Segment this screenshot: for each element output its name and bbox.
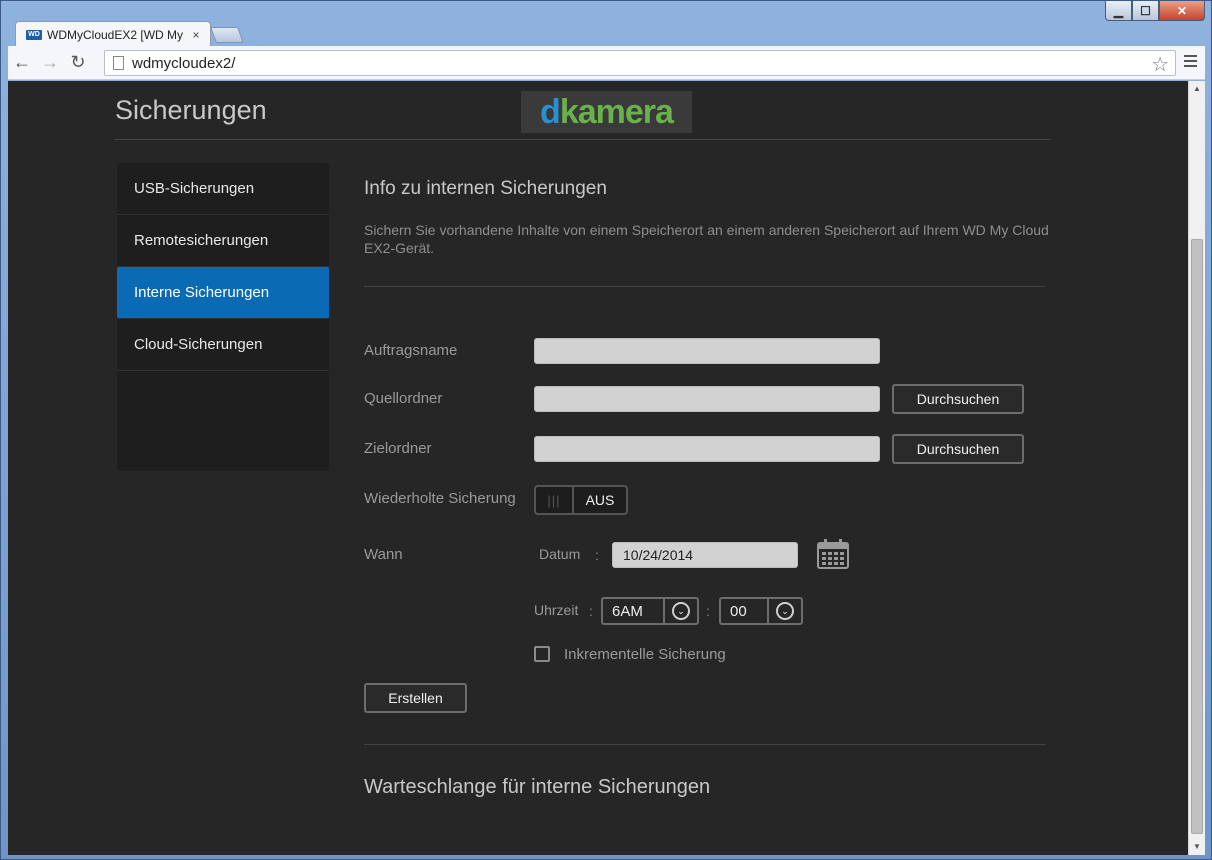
new-tab-button[interactable] <box>210 27 244 43</box>
url-text: wdmycloudex2/ <box>132 54 236 72</box>
window-controls: ▁ ☐ ✕ <box>1105 1 1205 21</box>
scroll-thumb[interactable] <box>1191 239 1203 834</box>
reload-button[interactable]: ↻ <box>64 52 92 73</box>
date-colon: : <box>595 547 599 563</box>
forward-button[interactable]: → <box>36 52 64 73</box>
browser-window: ▁ ☐ ✕ WD WDMyCloudEX2 [WD My × ← → ↻ wdm… <box>0 0 1212 860</box>
repeat-backup-toggle[interactable]: ||| AUS <box>534 485 628 515</box>
browse-target-button[interactable]: Durchsuchen <box>892 434 1024 464</box>
section-title: Info zu internen Sicherungen <box>364 178 607 199</box>
minimize-button[interactable]: ▁ <box>1105 1 1132 21</box>
section-description: Sichern Sie vorhandene Inhalte von einem… <box>364 222 1049 256</box>
sidebar-item-internal[interactable]: Interne Sicherungen <box>117 267 329 319</box>
title-bar: ▁ ☐ ✕ WD WDMyCloudEX2 [WD My × <box>1 1 1211 47</box>
time-colon: : <box>589 603 593 619</box>
page-viewport: Sicherungen d kamera USB-Sicherungen Remo… <box>8 81 1205 855</box>
toggle-knob: ||| <box>536 487 574 513</box>
sidebar: USB-Sicherungen Remotesicherungen Intern… <box>117 163 329 471</box>
hour-select[interactable]: 6AM ⌄ <box>601 597 699 625</box>
chevron-down-icon: ⌄ <box>776 602 794 620</box>
address-bar[interactable]: wdmycloudex2/ ☆ <box>104 50 1176 76</box>
tab-title: WDMyCloudEX2 [WD My <box>47 27 184 42</box>
job-name-input[interactable] <box>534 338 880 364</box>
browse-source-button[interactable]: Durchsuchen <box>892 384 1024 414</box>
minute-colon: : <box>706 603 710 619</box>
scroll-up-icon[interactable]: ▲ <box>1189 81 1205 97</box>
section-divider <box>364 286 1045 287</box>
hour-value: 6AM <box>612 602 643 620</box>
calendar-icon[interactable] <box>817 539 849 569</box>
page-title: Sicherungen <box>115 95 267 125</box>
date-label: Datum <box>539 546 581 562</box>
when-label: Wann <box>364 546 403 563</box>
minute-select[interactable]: 00 ⌄ <box>719 597 803 625</box>
chevron-down-icon: ⌄ <box>672 602 690 620</box>
page-scrollbar[interactable]: ▲ ▼ <box>1188 81 1205 855</box>
sidebar-item-cloud[interactable]: Cloud-Sicherungen <box>117 319 329 371</box>
date-input[interactable]: 10/24/2014 <box>612 542 798 568</box>
logo-kamera: kamera <box>559 92 674 131</box>
queue-title: Warteschlange für interne Sicherungen <box>364 776 711 798</box>
scroll-down-icon[interactable]: ▼ <box>1189 839 1205 855</box>
incremental-checkbox[interactable] <box>534 646 550 662</box>
logo-d: d <box>540 92 561 131</box>
sidebar-item-usb[interactable]: USB-Sicherungen <box>117 163 329 215</box>
repeat-backup-label: Wiederholte Sicherung <box>364 490 516 507</box>
create-button[interactable]: Erstellen <box>364 683 467 713</box>
page-icon <box>113 56 124 70</box>
minute-value: 00 <box>730 602 747 620</box>
job-name-label: Auftragsname <box>364 342 458 359</box>
minute-dropdown[interactable]: ⌄ <box>767 599 801 623</box>
maximize-button[interactable]: ☐ <box>1132 1 1159 21</box>
target-folder-label: Zielordner <box>364 440 432 457</box>
queue-divider <box>364 744 1045 745</box>
source-folder-input[interactable] <box>534 386 880 412</box>
browser-tab[interactable]: WD WDMyCloudEX2 [WD My × <box>15 21 211 47</box>
toggle-state: AUS <box>585 492 615 508</box>
tab-close-icon[interactable]: × <box>188 28 204 42</box>
close-window-button[interactable]: ✕ <box>1159 1 1205 21</box>
header-divider <box>115 139 1051 140</box>
time-label: Uhrzeit <box>534 602 579 618</box>
bookmark-star-icon[interactable]: ☆ <box>1151 52 1169 77</box>
sidebar-item-remote[interactable]: Remotesicherungen <box>117 215 329 267</box>
wd-favicon-icon: WD <box>26 29 42 40</box>
back-button[interactable]: ← <box>8 52 36 73</box>
chrome-menu-icon[interactable] <box>1184 55 1197 70</box>
target-folder-input[interactable] <box>534 436 880 462</box>
hour-dropdown[interactable]: ⌄ <box>663 599 697 623</box>
source-folder-label: Quellordner <box>364 390 443 407</box>
browser-toolbar: ← → ↻ wdmycloudex2/ ☆ <box>8 46 1205 80</box>
dkamera-logo: d kamera <box>521 91 692 133</box>
incremental-label: Inkrementelle Sicherung <box>564 646 726 663</box>
